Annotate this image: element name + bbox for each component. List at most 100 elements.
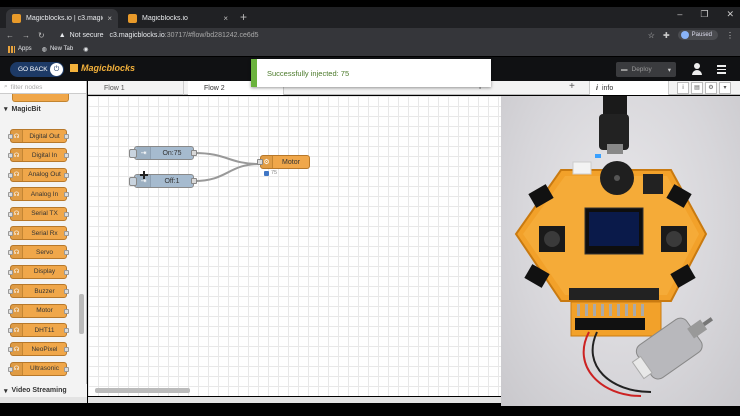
status-text: 75 [271,170,278,176]
status-dot [264,170,269,176]
palette-node-label: Analog In [30,190,59,198]
inject-arrow-icon: ⇥ [137,147,151,159]
tab-flow-1[interactable]: Flow 1 [88,81,184,95]
chevron-down-icon[interactable]: ▾ [668,66,671,74]
output-port [64,269,69,275]
node-palette: ⌕ filter nodes ▾ MagicBit ☊ Digital Out ☊ D… [0,81,87,403]
magicbit-board-illustration [514,96,714,397]
input-port [8,172,13,178]
output-port [64,308,69,314]
back-arrow-icon[interactable]: ← [6,31,14,40]
hamburger-menu-icon[interactable] [717,65,726,76]
category-header-video-streaming[interactable]: ▾ Video Streaming [0,384,87,397]
input-port [8,250,13,256]
tab-label: info [601,84,614,92]
output-port [64,289,69,295]
browser-tab-active[interactable]: Magicblocks.io | c3.magicblocks.i × [6,9,118,28]
bookmark-chrome[interactable]: ◉ [83,46,88,53]
palette-node-analog-in[interactable]: ☊ Analog In [8,187,69,202]
search-icon: ⌕ [4,83,8,90]
new-tab-button[interactable]: + [240,10,247,24]
palette-node-label: Display [33,268,56,276]
palette-node-neopixel[interactable]: ☊ NeoPixel [8,342,69,357]
output-port[interactable] [191,178,197,184]
power-icon: ⏻ [50,63,63,76]
palette-scrollbar[interactable] [79,294,84,334]
avatar [680,31,689,39]
close-window-button[interactable]: ✕ [726,9,734,20]
reload-icon[interactable]: ↻ [38,31,45,40]
logo-text: Magicblocks [81,63,136,73]
forward-arrow-icon[interactable]: → [22,31,30,40]
go-back-button[interactable]: GO BACK ⏻ [10,62,64,77]
board-camera-photo [501,96,740,406]
input-port [8,308,13,314]
debug-icon[interactable]: ▤ [691,82,703,94]
minimize-button[interactable]: – [677,9,682,20]
palette-node-partial[interactable] [12,94,69,102]
config-icon[interactable]: ⚙ [705,82,717,94]
input-port [8,269,13,275]
motor-node-status: 75 [264,170,277,176]
info-icon[interactable]: i [677,82,689,94]
deploy-icon: ▬ [621,66,628,73]
tab-close-icon[interactable]: × [223,14,228,23]
dropdown-icon[interactable]: ▾ [719,82,731,94]
palette-node-label: NeoPixel [31,345,58,353]
browser-tab-inactive[interactable]: Magicblocks.io × [122,9,234,28]
inject-trigger-button[interactable] [129,149,137,158]
bookmark-label: Apps [18,46,32,52]
palette-node-ultrasonic[interactable]: ☊ Ultrasonic [8,361,69,376]
canvas-scrollbar[interactable] [95,388,190,393]
toolbar-right: ☆ ✚ Paused ⋮ [648,30,734,40]
workspace-footer [88,397,501,403]
palette-node-buzzer[interactable]: ☊ Buzzer [8,284,69,299]
palette-node-servo[interactable]: ☊ Servo [8,245,69,260]
user-icon[interactable] [692,63,702,75]
filter-nodes-input[interactable]: ⌕ filter nodes [0,81,86,94]
palette-node-digital-out[interactable]: ☊ Digital Out [8,129,69,143]
palette-node-digital-in[interactable]: ☊ Digital In [8,148,69,163]
category-header-magicbit[interactable]: ▾ MagicBit [0,102,86,116]
star-icon[interactable]: ☆ [648,31,655,40]
deploy-button[interactable]: ▬ Deploy ▾ [616,62,676,77]
palette-node-display[interactable]: ☊ Display [8,264,69,279]
tab-info[interactable]: i info [589,81,669,95]
profile-button[interactable]: Paused [677,30,718,40]
output-port[interactable] [191,150,197,156]
bookmark-new-tab[interactable]: ◍ New Tab [42,46,74,53]
flow-canvas[interactable]: ⇥ On:75 ⇥ Off:1 ⚙ Motor [88,96,501,396]
palette-footer [0,397,87,403]
output-port [64,153,69,159]
output-port [64,250,69,256]
bookmarks-bar: Apps ◍ New Tab ◉ [0,42,740,56]
inject-trigger-button[interactable] [129,177,137,186]
palette-node-dht11[interactable]: ☊ DHT11 [8,323,69,337]
magicblocks-favicon-icon [12,14,21,23]
url-omnibox[interactable]: ▲ Not secure c3.magicblocks.io:30717/#fl… [53,29,642,41]
window-controls: – ❐ ✕ [677,9,734,20]
motor-node[interactable]: ⚙ Motor [257,155,310,169]
maximize-button[interactable]: ❐ [700,9,708,20]
apps-grid-icon [8,45,15,53]
input-port [8,366,13,372]
input-port[interactable] [257,159,263,165]
output-port [64,192,69,198]
inject-node-on[interactable]: ⇥ On:75 [129,146,197,160]
palette-node-serial-tx[interactable]: ☊ Serial TX [8,206,69,221]
input-port [8,231,13,236]
add-tab-icon[interactable]: + [569,81,575,92]
wire[interactable] [193,163,261,182]
tab-title: Magicblocks.io [142,15,188,22]
tab-close-icon[interactable]: × [107,14,112,23]
extensions-icon[interactable]: ✚ [663,31,670,40]
url-text: c3.magicblocks.io:30717/#flow/bd281242.c… [110,32,259,39]
palette-node-motor[interactable]: ☊ Motor [8,303,69,318]
url-host: c3.magicblocks.io [109,31,165,39]
more-menu-icon[interactable]: ⋮ [726,31,734,40]
palette-node-analog-out[interactable]: ☊ Analog Out [8,167,69,182]
palette-node-serial-rx[interactable]: ☊ Serial Rx [8,226,69,240]
bookmark-apps[interactable]: Apps [8,45,32,53]
wire[interactable] [193,152,261,165]
palette-node-label: Serial TX [31,210,58,218]
